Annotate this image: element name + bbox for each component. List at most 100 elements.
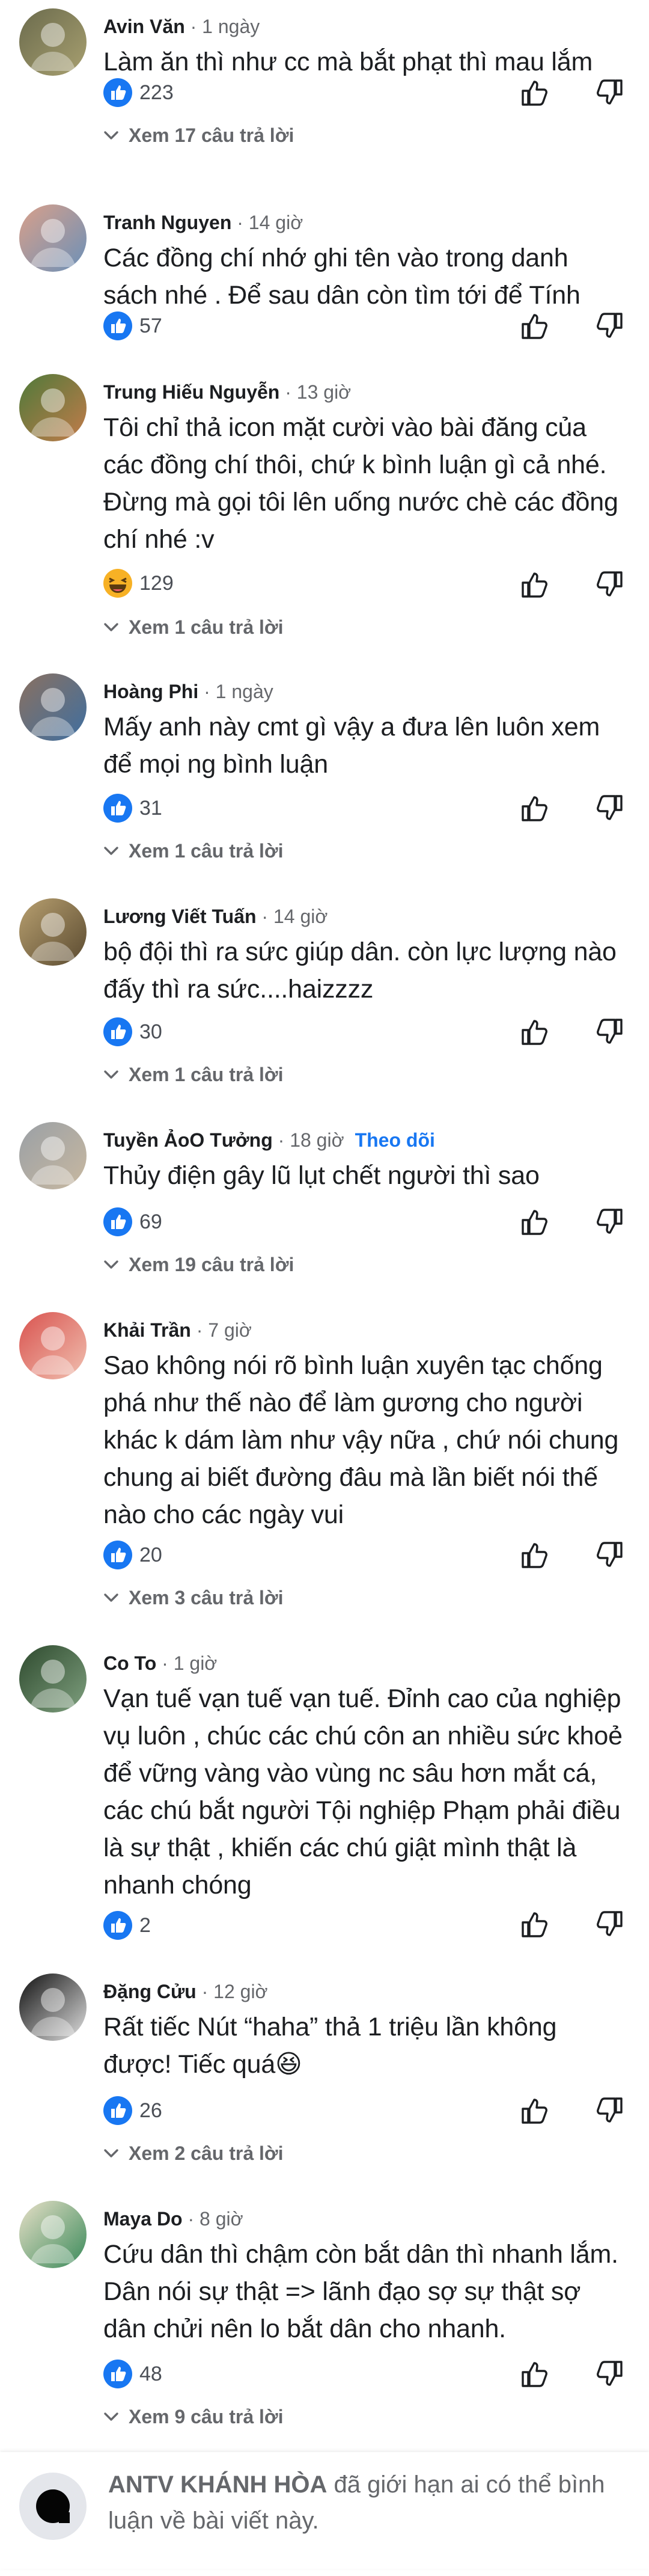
reaction-count: 57 <box>139 314 162 337</box>
commenter-name[interactable]: Tuyền ẢoO Tưởng <box>103 1129 273 1151</box>
avatar[interactable] <box>19 2201 87 2268</box>
avatar[interactable] <box>19 1122 87 1189</box>
thumbs-down-icon <box>593 313 626 345</box>
view-replies-link[interactable]: Xem 2 câu trả lời <box>103 2138 284 2168</box>
view-replies-link[interactable]: Xem 17 câu trả lời <box>103 120 294 150</box>
avatar[interactable] <box>19 1312 87 1379</box>
like-reaction-icon <box>103 1017 132 1046</box>
view-replies-link[interactable]: Xem 1 câu trả lời <box>103 1060 284 1090</box>
like-button[interactable] <box>518 2094 552 2127</box>
comment-text: Sao không nói rõ bình luận xuyên tạc chố… <box>103 1351 619 1529</box>
like-reaction-icon <box>103 1207 132 1236</box>
comment-text: Thủy điện gây lũ lụt chết người thì sao <box>103 1161 540 1190</box>
meta-separator: · <box>231 212 249 233</box>
reaction-summary[interactable]: 31 <box>103 790 162 826</box>
thumbs-up-icon <box>518 1912 552 1943</box>
comment-time: 12 giờ <box>213 1981 268 2002</box>
chevron-down-icon <box>104 2149 118 2157</box>
commenter-name[interactable]: Hoàng Phi <box>103 681 198 702</box>
reaction-summary[interactable]: 48 <box>103 2356 162 2392</box>
thumbs-up-icon <box>518 314 552 345</box>
comment-time: 1 giờ <box>173 1652 218 1674</box>
reaction-summary[interactable]: 223 <box>103 75 174 111</box>
like-button[interactable] <box>518 2357 552 2391</box>
thumbs-down-icon <box>593 571 626 604</box>
avatar[interactable] <box>19 204 87 272</box>
commenter-name[interactable]: Khải Trần <box>103 1319 191 1341</box>
view-replies-label: Xem 9 câu trả lời <box>129 2405 284 2427</box>
comment: Đặng Cửu · 12 giờ Rất tiếc Nút “haha” thả… <box>0 1967 649 2194</box>
dislike-button[interactable] <box>593 2094 626 2127</box>
reaction-summary[interactable]: 57 <box>103 308 162 344</box>
like-button[interactable] <box>518 1205 552 1239</box>
commenter-name[interactable]: Co To <box>103 1652 156 1674</box>
view-replies-link[interactable]: Xem 1 câu trả lời <box>103 612 284 642</box>
dislike-button[interactable] <box>593 791 626 825</box>
like-button[interactable] <box>518 1538 552 1572</box>
reaction-summary[interactable]: 129 <box>103 565 174 601</box>
reaction-summary[interactable]: 30 <box>103 1014 162 1050</box>
dislike-button[interactable] <box>593 76 626 109</box>
like-reaction-icon <box>103 311 132 340</box>
view-replies-link[interactable]: Xem 1 câu trả lời <box>103 836 284 866</box>
view-replies-link[interactable]: Xem 19 câu trả lời <box>103 1250 294 1280</box>
haha-reaction-icon <box>103 569 132 598</box>
reaction-count: 69 <box>139 1210 162 1233</box>
dislike-button[interactable] <box>593 1205 626 1239</box>
commenter-name[interactable]: Maya Do <box>103 2208 183 2230</box>
commenter-name[interactable]: Trung Hiếu Nguyễn <box>103 381 279 403</box>
thumbs-down-icon <box>593 1019 626 1051</box>
avatar[interactable] <box>19 898 87 966</box>
like-reaction-icon <box>103 2096 132 2125</box>
like-button[interactable] <box>518 1015 552 1049</box>
meta-separator: · <box>279 381 297 403</box>
avatar[interactable] <box>19 673 87 741</box>
reaction-summary[interactable]: 69 <box>103 1204 162 1240</box>
chevron-down-icon <box>104 847 118 855</box>
view-replies-label: Xem 17 câu trả lời <box>129 124 294 146</box>
like-button[interactable] <box>518 1907 552 1941</box>
chevron-down-icon <box>104 1593 118 1602</box>
dislike-button[interactable] <box>593 1015 626 1049</box>
comment-time: 14 giờ <box>248 212 303 233</box>
thumbs-up-icon <box>518 2362 552 2393</box>
dislike-button[interactable] <box>593 1907 626 1941</box>
view-replies-link[interactable]: Xem 3 câu trả lời <box>103 1583 284 1613</box>
commenter-name[interactable]: Lương Viết Tuấn <box>103 906 257 927</box>
restriction-text: ANTV KHÁNH HÒA đã giới hạn ai có thể bìn… <box>108 2467 625 2539</box>
like-button[interactable] <box>518 568 552 601</box>
like-button[interactable] <box>518 791 552 825</box>
avatar[interactable] <box>19 374 87 441</box>
reaction-summary[interactable]: 2 <box>103 1907 151 1943</box>
view-replies-link[interactable]: Xem 9 câu trả lời <box>103 2402 284 2432</box>
comment-text: Mấy anh này cmt gì vậy a đưa lên luôn xe… <box>103 713 600 779</box>
comment: Lương Viết Tuấn · 14 giờ bộ đội thì ra sứ… <box>0 891 649 1115</box>
comment-time: 13 giờ <box>296 381 352 403</box>
like-button[interactable] <box>518 309 552 343</box>
commenter-name[interactable]: Đặng Cửu <box>103 1981 197 2002</box>
page-name[interactable]: ANTV KHÁNH HÒA <box>108 2471 327 2498</box>
reaction-summary[interactable]: 20 <box>103 1537 162 1573</box>
dislike-button[interactable] <box>593 568 626 601</box>
dislike-button[interactable] <box>593 309 626 343</box>
reaction-count: 223 <box>139 81 174 104</box>
follow-button[interactable]: Theo dõi <box>355 1129 435 1151</box>
comment-time: 8 giờ <box>200 2208 243 2230</box>
thumbs-down-icon <box>593 1209 626 1241</box>
avatar[interactable] <box>19 1645 87 1713</box>
commenter-name[interactable]: Avin Văn <box>103 16 185 37</box>
comment-text: bộ đội thì ra sức giúp dân. còn lực lượn… <box>103 937 617 1004</box>
like-reaction-icon <box>103 1911 132 1940</box>
thumbs-up-icon <box>518 572 552 604</box>
comment-time: 7 giờ <box>208 1319 252 1341</box>
dislike-button[interactable] <box>593 2357 626 2391</box>
meta-separator: · <box>196 1981 214 2002</box>
avatar[interactable] <box>19 1973 87 2041</box>
view-replies-label: Xem 1 câu trả lời <box>129 1063 284 1085</box>
reaction-summary[interactable]: 26 <box>103 2093 162 2129</box>
like-button[interactable] <box>518 76 552 109</box>
dislike-button[interactable] <box>593 1538 626 1572</box>
avatar[interactable] <box>19 8 87 76</box>
meta-separator: · <box>156 1652 174 1674</box>
commenter-name[interactable]: Tranh Nguyen <box>103 212 231 233</box>
